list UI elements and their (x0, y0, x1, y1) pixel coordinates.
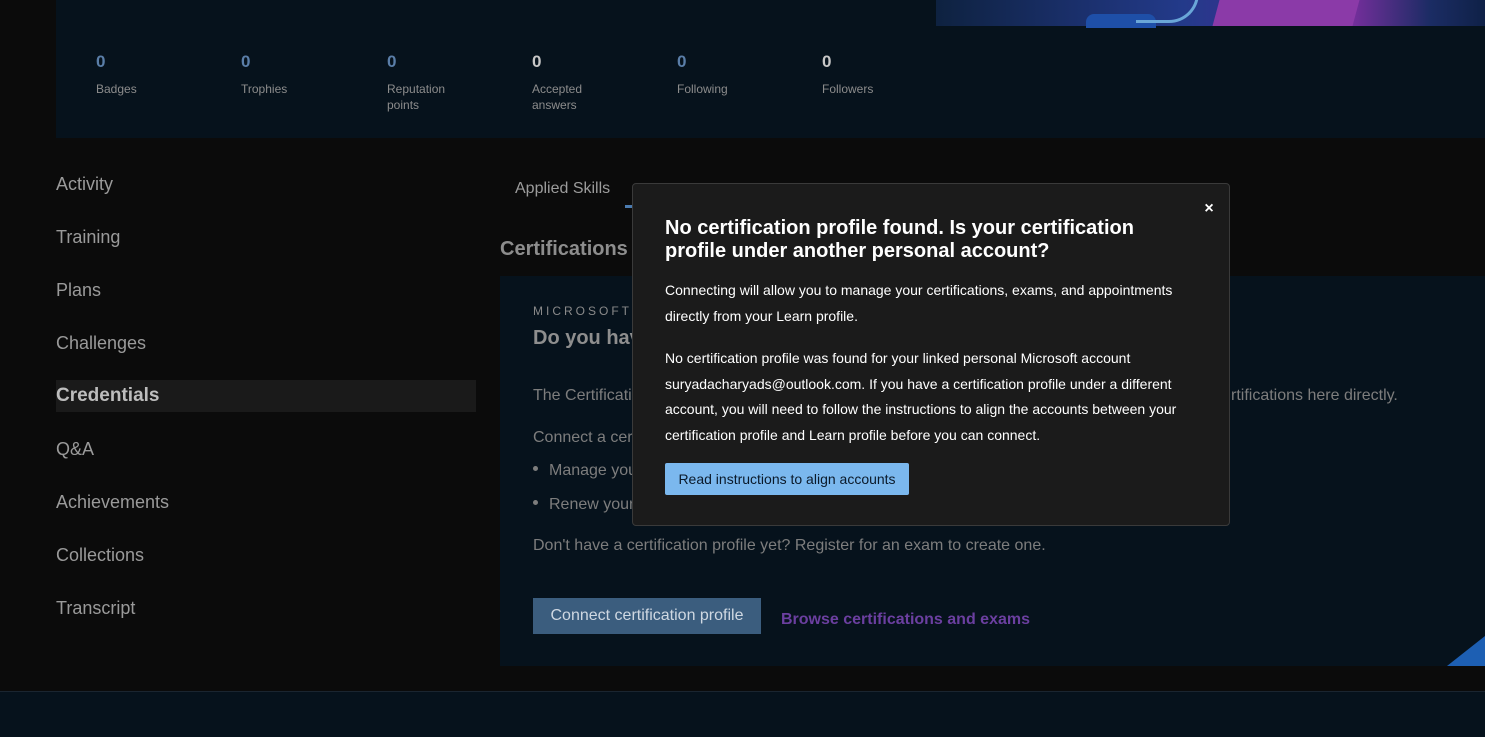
close-icon[interactable]: × (1201, 200, 1217, 218)
dialog-paragraph-not-found: No certification profile was found for y… (665, 350, 1177, 443)
card-eyebrow: MICROSOFT (533, 304, 632, 318)
card-connect-text: Connect a cert (533, 429, 638, 446)
connect-certification-profile-button[interactable]: Connect certification profile (533, 598, 761, 634)
browse-certifications-link[interactable]: Browse certifications and exams (781, 611, 1030, 629)
stat-value: 0 (96, 52, 106, 71)
stat-label: Reputation points (387, 82, 446, 112)
stat-label: Badges (96, 82, 137, 96)
stat-label: Trophies (241, 82, 288, 96)
page: 0 Badges 0 Trophies 0 Reputation points 0… (0, 0, 1485, 737)
nav-item-achievements[interactable]: Achievements (56, 486, 476, 518)
stat-value: 0 (822, 52, 832, 71)
profile-stats-banner: 0 Badges 0 Trophies 0 Reputation points 0… (56, 0, 1485, 138)
footer (0, 692, 1485, 737)
profile-side-nav: Activity Training Plans Challenges Crede… (56, 168, 476, 645)
read-instructions-button[interactable]: Read instructions to align accounts (665, 463, 909, 495)
no-certification-profile-dialog: × No certification profile found. Is you… (632, 183, 1230, 526)
stat-badges[interactable]: 0 Badges (96, 52, 216, 97)
nav-item-collections[interactable]: Collections (56, 539, 476, 571)
stat-following[interactable]: 0 Following (677, 52, 797, 97)
list-item: Renew your (533, 496, 634, 514)
stat-trophies[interactable]: 0 Trophies (241, 52, 361, 97)
stat-reputation-points[interactable]: 0 Reputation points (387, 52, 507, 113)
stat-value: 0 (241, 52, 251, 71)
stat-label: Accepted answers (532, 82, 583, 112)
stat-value: 0 (677, 52, 687, 71)
stat-value: 0 (387, 52, 397, 71)
register-text: Don't have a certification profile yet? … (533, 537, 1046, 554)
nav-item-credentials[interactable]: Credentials (56, 380, 476, 412)
nav-item-training[interactable]: Training (56, 221, 476, 253)
stat-label: Followers (822, 82, 874, 96)
section-title: Certifications (500, 238, 628, 260)
stat-label: Following (677, 82, 728, 96)
card-description-tail: rtifications here directly. (1231, 387, 1398, 404)
banner-artwork (936, 0, 1485, 28)
nav-item-transcript[interactable]: Transcript (56, 592, 476, 624)
tab-applied-skills[interactable]: Applied Skills (515, 180, 610, 198)
card-heading: Do you hav (533, 327, 641, 349)
card-corner-decoration (1447, 636, 1485, 666)
banner-shape (1136, 0, 1199, 23)
list-item: Manage you (533, 462, 637, 480)
nav-item-activity[interactable]: Activity (56, 168, 476, 200)
banner-shape (1212, 0, 1360, 26)
stat-followers[interactable]: 0 Followers (822, 52, 942, 97)
nav-item-challenges[interactable]: Challenges (56, 327, 476, 359)
stat-value: 0 (532, 52, 542, 71)
nav-item-plans[interactable]: Plans (56, 274, 476, 306)
dialog-paragraph-connect: Connecting will allow you to manage your… (665, 282, 1173, 324)
nav-item-qa[interactable]: Q&A (56, 433, 476, 465)
card-description: The Certificati (533, 387, 632, 404)
dialog-title: No certification profile found. Is your … (665, 217, 1134, 262)
stat-accepted-answers[interactable]: 0 Accepted answers (532, 52, 652, 113)
